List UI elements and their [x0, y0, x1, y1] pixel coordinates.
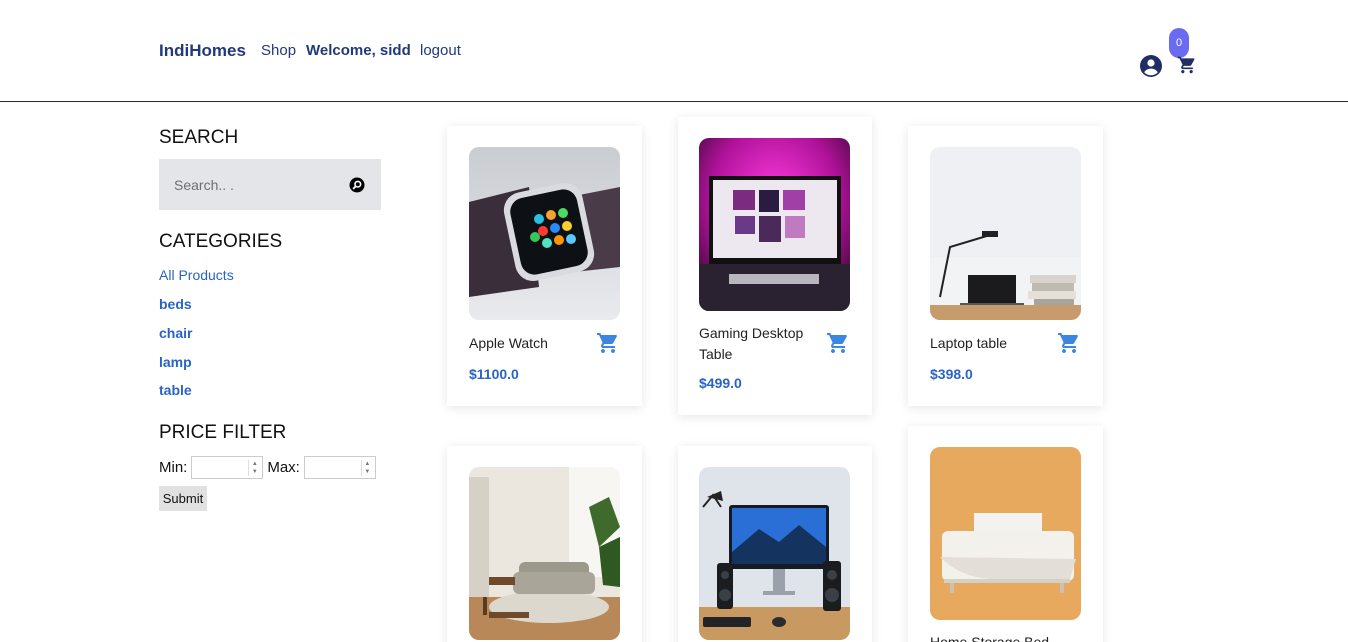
product-price: $1100.0: [469, 366, 519, 382]
desktop-computer-image: [699, 467, 850, 640]
price-submit-button[interactable]: Submit: [159, 486, 207, 511]
nav-shop-link[interactable]: Shop: [261, 42, 296, 59]
nav-logout-link[interactable]: logout: [420, 42, 461, 59]
category-beds[interactable]: beds: [159, 296, 192, 312]
add-to-cart-icon[interactable]: [596, 331, 620, 355]
product-image[interactable]: [469, 467, 620, 640]
product-name[interactable]: Gaming Desktop Table: [699, 323, 811, 365]
nav-welcome-text[interactable]: Welcome, sidd: [306, 42, 411, 59]
min-spinner[interactable]: ▲ ▼: [248, 459, 260, 476]
laptop-table-image: [930, 147, 1081, 320]
search-heading: SEARCH: [159, 127, 239, 148]
product-image[interactable]: [699, 467, 850, 640]
product-image[interactable]: [930, 447, 1081, 620]
product-card[interactable]: Gaming Desktop Table $499.0: [678, 117, 872, 415]
category-all-products[interactable]: All Products: [159, 267, 234, 283]
max-price-input[interactable]: ▲ ▼: [303, 455, 376, 479]
product-card[interactable]: [678, 446, 872, 642]
product-name[interactable]: Home Storage Bed: [930, 632, 1060, 642]
min-price-input[interactable]: ▲ ▼: [191, 455, 264, 479]
category-lamp[interactable]: lamp: [159, 354, 192, 370]
product-card[interactable]: Apple Watch $1100.0: [447, 126, 642, 406]
living-room-chair-image: [469, 467, 620, 640]
apple-watch-image: [469, 147, 620, 320]
product-card[interactable]: [447, 446, 642, 642]
storage-bed-image: [930, 447, 1081, 620]
max-label: Max:: [267, 458, 300, 476]
price-filter-row: Min: ▲ ▼ Max: ▲ ▼: [159, 455, 380, 479]
product-card[interactable]: Laptop table $398.0: [908, 126, 1103, 406]
category-chair[interactable]: chair: [159, 325, 192, 341]
product-price: $499.0: [699, 375, 742, 391]
cart-count-badge[interactable]: 0: [1169, 28, 1189, 58]
categories-heading: CATEGORIES: [159, 231, 283, 252]
product-image[interactable]: [699, 138, 850, 311]
top-navbar: IndiHomes Shop Welcome, sidd logout 0: [0, 0, 1348, 102]
product-name[interactable]: Apple Watch: [469, 333, 581, 354]
product-image[interactable]: [930, 147, 1081, 320]
shopping-cart-icon[interactable]: [1177, 55, 1197, 75]
product-image[interactable]: [469, 147, 620, 320]
account-circle-icon[interactable]: [1139, 54, 1163, 78]
min-label: Min:: [159, 458, 188, 476]
max-spinner[interactable]: ▲ ▼: [360, 459, 373, 476]
price-filter-heading: PRICE FILTER: [159, 422, 287, 443]
search-box: [159, 159, 381, 210]
add-to-cart-icon[interactable]: [826, 331, 850, 355]
product-card[interactable]: Home Storage Bed: [908, 426, 1103, 642]
gaming-desktop-image: [699, 138, 850, 311]
search-icon[interactable]: [349, 177, 365, 193]
category-table[interactable]: table: [159, 382, 192, 398]
search-input[interactable]: [159, 159, 339, 210]
add-to-cart-icon[interactable]: [1057, 331, 1081, 355]
product-name[interactable]: Laptop table: [930, 333, 1042, 354]
brand-logo-link[interactable]: IndiHomes: [159, 41, 246, 61]
product-price: $398.0: [930, 366, 973, 382]
